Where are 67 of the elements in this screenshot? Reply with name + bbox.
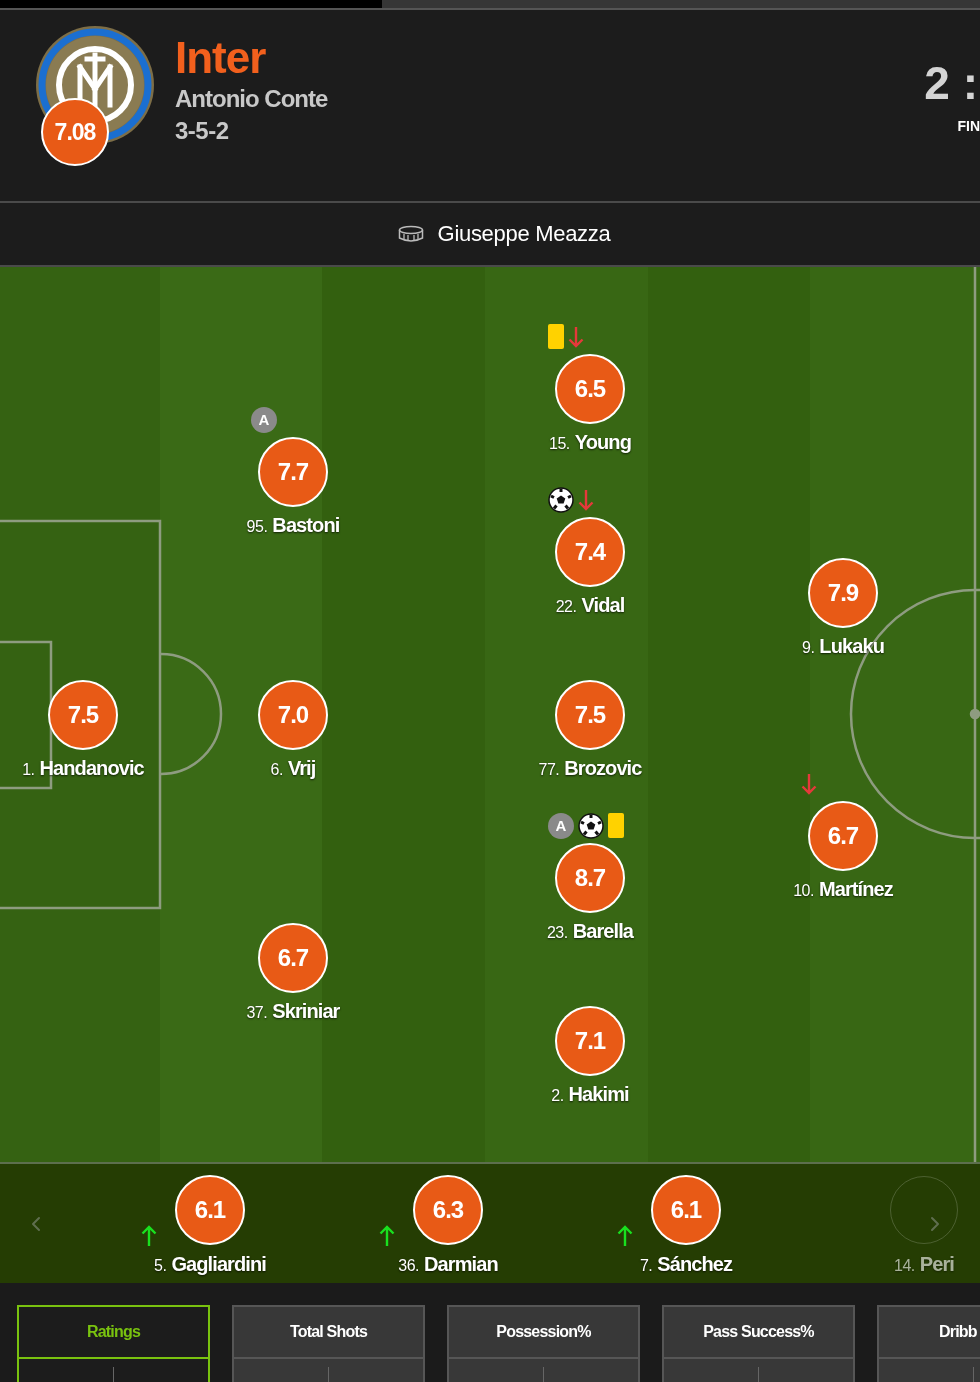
assist-badge: A: [251, 406, 277, 433]
player-name: Darmian: [424, 1253, 498, 1276]
booking-card-icon: [608, 813, 624, 838]
player-name: Vrij: [287, 756, 316, 780]
centre-spot-marking: [969, 708, 980, 720]
team-name: Inter: [175, 32, 267, 84]
rating-circle: 7.5: [555, 679, 625, 750]
player-name: Handanovic: [39, 756, 144, 780]
rating-circle: 7.0: [258, 679, 328, 750]
shirt-number: 5.: [154, 1257, 167, 1275]
football-icon: [578, 812, 604, 839]
stat-tab[interactable]: Pass Success%: [662, 1305, 855, 1382]
rating-circle: 6.1: [651, 1175, 721, 1245]
rating-circle: 6.7: [258, 922, 328, 993]
rating-circle: 6.5: [555, 353, 625, 424]
venue-name: Giuseppe Meazza: [437, 221, 611, 247]
football-icon: [548, 486, 574, 513]
rating-circle: 7.1: [555, 1005, 625, 1076]
player-name: Young: [574, 430, 631, 454]
player-name: Lukaku: [819, 635, 884, 658]
shirt-number: 23.: [546, 923, 568, 942]
score-text: 2 :: [924, 56, 979, 110]
player-name: Vidal: [581, 593, 625, 617]
shirt-number: 37.: [246, 1003, 268, 1022]
stadium-icon: [397, 225, 424, 243]
shirt-number: 15.: [549, 434, 570, 453]
team-rating-badge: 7.08: [41, 98, 109, 166]
rating-circle: 7.4: [555, 516, 625, 587]
shirt-number: 2.: [551, 1086, 564, 1105]
down-arrow-icon: [568, 325, 584, 348]
booking-card-icon: [548, 324, 564, 349]
down-arrow-icon: [801, 773, 817, 795]
rating-circle: 7.5: [48, 679, 118, 750]
stat-tab[interactable]: Total Shots: [232, 1305, 425, 1382]
rating-circle: 7.7: [258, 436, 328, 507]
player-name: Barella: [572, 919, 634, 943]
rating-circle: 6.1: [175, 1175, 245, 1245]
shirt-number: 14.: [894, 1257, 915, 1275]
shirt-number: 9.: [802, 639, 815, 657]
shirt-number: 1.: [22, 760, 35, 779]
player-name: Peri: [919, 1253, 954, 1276]
manager-name: Antonio Conte: [175, 84, 328, 114]
shirt-number: 95.: [246, 517, 268, 536]
shirt-number: 22.: [555, 597, 577, 616]
shirt-number: 7.: [639, 1257, 653, 1275]
match-status: FIN: [957, 118, 980, 134]
player-name: Bastoni: [272, 513, 340, 537]
stat-tab[interactable]: Possession%: [447, 1305, 640, 1382]
shirt-number: 10.: [793, 882, 814, 900]
player-name: Gagliardini: [171, 1253, 266, 1276]
shirt-number: 77.: [538, 760, 560, 779]
assist-badge: A: [548, 812, 574, 839]
stat-tab[interactable]: Ratings: [17, 1305, 210, 1382]
player-name: Hakimi: [568, 1082, 629, 1106]
shirt-number: 36.: [398, 1257, 419, 1275]
shirt-number: 6.: [270, 760, 283, 779]
player-name: Martínez: [818, 878, 893, 901]
rating-circle: 7.9: [808, 558, 878, 628]
player-name: Sánchez: [657, 1253, 733, 1276]
rating-circle: 6.7: [808, 801, 878, 871]
formation-text: 3-5-2: [175, 116, 230, 146]
player-name: Brozovic: [564, 756, 642, 780]
player-name: Skriniar: [272, 999, 340, 1023]
stat-tab[interactable]: Dribb: [877, 1305, 980, 1382]
rating-circle: 6.3: [413, 1175, 483, 1245]
down-arrow-icon: [578, 488, 594, 511]
rating-circle: 8.7: [555, 842, 625, 913]
